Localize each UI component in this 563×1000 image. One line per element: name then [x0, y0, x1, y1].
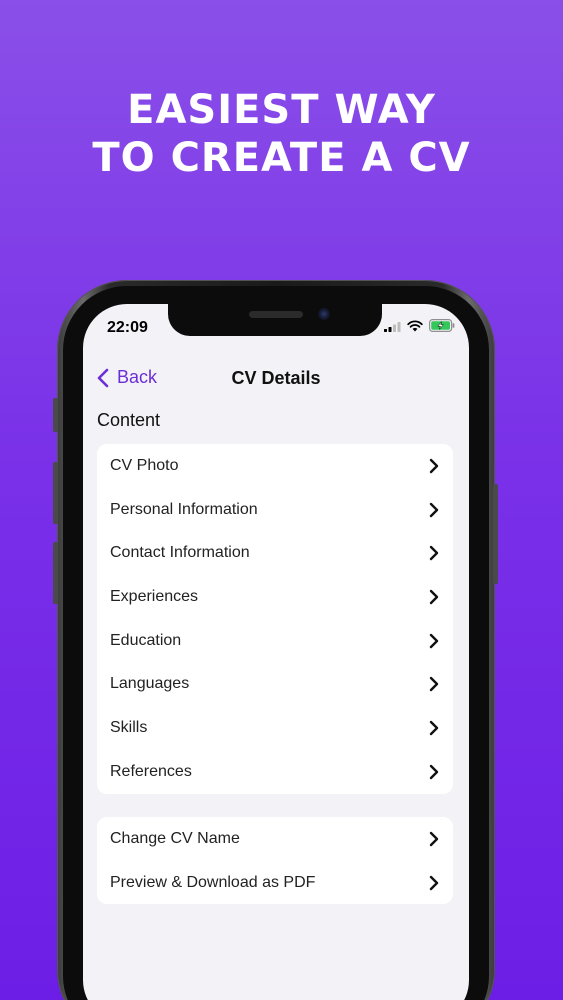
list-item-label: Personal Information	[110, 500, 258, 518]
chevron-right-icon	[429, 875, 439, 891]
status-time: 22:09	[107, 319, 148, 336]
chevron-right-icon	[429, 764, 439, 780]
cellular-signal-icon	[384, 319, 401, 337]
navigation-bar: Back CV Details	[83, 364, 469, 394]
promo-headline-line-1: EASIEST WAY	[127, 87, 436, 133]
promo-headline-line-2: TO CREATE A CV	[92, 135, 471, 181]
list-item-label: Education	[110, 631, 182, 649]
list-item-label: Experiences	[110, 587, 199, 605]
list-item-languages[interactable]: Languages	[97, 662, 453, 706]
list-item-label: CV Photo	[110, 456, 179, 474]
list-item-references[interactable]: References	[97, 750, 453, 794]
battery-charging-icon	[429, 319, 455, 337]
chevron-right-icon	[429, 720, 439, 736]
list-item-label: Skills	[110, 718, 148, 736]
list-item-label: References	[110, 762, 192, 780]
list-item-contact-information[interactable]: Contact Information	[97, 531, 453, 575]
chevron-right-icon	[429, 633, 439, 649]
wifi-icon	[407, 319, 423, 337]
phone-power-button	[493, 484, 498, 584]
chevron-right-icon	[429, 676, 439, 692]
phone-volume-up-button	[53, 462, 58, 524]
list-item-label: Contact Information	[110, 544, 250, 562]
list-item-change-cv-name[interactable]: Change CV Name	[97, 817, 453, 861]
list-item-cv-photo[interactable]: CV Photo	[97, 444, 453, 488]
list-item-preview-download-pdf[interactable]: Preview & Download as PDF	[97, 861, 453, 905]
chevron-right-icon	[429, 458, 439, 474]
list-item-label: Change CV Name	[110, 829, 240, 847]
list-item-personal-information[interactable]: Personal Information	[97, 488, 453, 532]
chevron-right-icon	[429, 589, 439, 605]
list-item-skills[interactable]: Skills	[97, 706, 453, 750]
promo-headline: EASIEST WAY TO CREATE A CV	[0, 86, 563, 182]
section-title-content: Content	[97, 410, 161, 430]
content-list: CV Photo Personal Information Contact In…	[97, 444, 453, 794]
chevron-right-icon	[429, 502, 439, 518]
list-item-experiences[interactable]: Experiences	[97, 575, 453, 619]
phone-mute-switch	[53, 398, 58, 432]
phone-speaker	[249, 311, 303, 318]
actions-list: Change CV Name Preview & Download as PDF	[97, 817, 453, 905]
list-item-label: Preview & Download as PDF	[110, 873, 316, 891]
front-camera	[318, 308, 330, 320]
list-item-label: Languages	[110, 675, 190, 693]
phone-notch	[168, 302, 382, 336]
chevron-right-icon	[429, 831, 439, 847]
list-item-education[interactable]: Education	[97, 619, 453, 663]
status-icons	[384, 319, 455, 337]
phone-screen: 22:09 Back CV Details Content CV Photo P…	[83, 304, 469, 1000]
phone-volume-down-button	[53, 542, 58, 604]
chevron-right-icon	[429, 545, 439, 561]
page-title: CV Details	[231, 368, 321, 388]
